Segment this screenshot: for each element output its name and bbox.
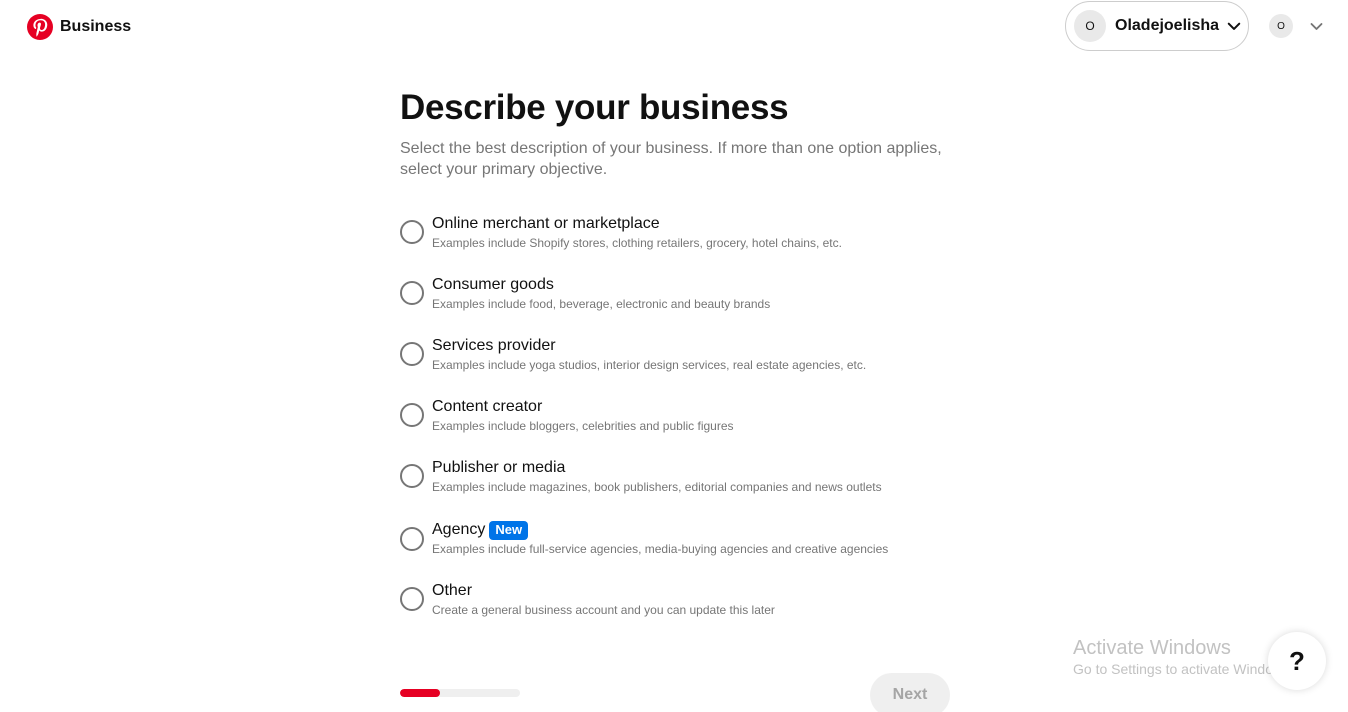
option-online-merchant[interactable]: Online merchant or marketplace Examples … bbox=[400, 214, 960, 275]
radio-button[interactable] bbox=[400, 403, 424, 427]
option-label-row: Agency New bbox=[432, 520, 888, 540]
option-label: Consumer goods bbox=[432, 276, 554, 293]
option-consumer-goods[interactable]: Consumer goods Examples include food, be… bbox=[400, 275, 960, 336]
account-avatar: O bbox=[1074, 10, 1106, 42]
windows-activation-watermark: Activate Windows Go to Settings to activ… bbox=[1073, 636, 1294, 678]
chevron-down-icon bbox=[1227, 22, 1241, 30]
radio-button[interactable] bbox=[400, 527, 424, 551]
option-publisher-media[interactable]: Publisher or media Examples include maga… bbox=[400, 458, 960, 519]
radio-button[interactable] bbox=[400, 220, 424, 244]
radio-button[interactable] bbox=[400, 342, 424, 366]
page-subtitle: Select the best description of your busi… bbox=[400, 140, 942, 178]
account-name: Oladejoelisha bbox=[1115, 17, 1220, 34]
account-switcher-button[interactable]: O Oladejoelisha bbox=[1065, 1, 1249, 51]
profile-avatar-button[interactable]: O bbox=[1269, 14, 1293, 38]
new-badge: New bbox=[489, 520, 529, 540]
progress-fill bbox=[400, 689, 440, 697]
option-other[interactable]: Other Create a general business account … bbox=[400, 581, 960, 642]
option-agency[interactable]: Agency New Examples include full-service… bbox=[400, 519, 960, 581]
page-title: Describe your business bbox=[400, 88, 789, 127]
option-description: Examples include full-service agencies, … bbox=[432, 542, 889, 556]
top-header: Business O Oladejoelisha O bbox=[0, 0, 1348, 56]
option-services-provider[interactable]: Services provider Examples include yoga … bbox=[400, 336, 960, 397]
next-button[interactable]: Next bbox=[870, 673, 950, 712]
radio-button[interactable] bbox=[400, 464, 424, 488]
option-description: Examples include yoga studios, interior … bbox=[432, 358, 867, 372]
option-description: Examples include bloggers, celebrities a… bbox=[432, 419, 734, 433]
option-label: Services provider bbox=[432, 337, 556, 354]
watermark-subtitle: Go to Settings to activate Windows. bbox=[1073, 661, 1294, 677]
option-label: Content creator bbox=[432, 398, 543, 415]
option-description: Examples include Shopify stores, clothin… bbox=[432, 236, 842, 250]
option-description: Examples include magazines, book publish… bbox=[432, 480, 882, 494]
option-label: Publisher or media bbox=[432, 459, 566, 476]
option-label: Other bbox=[432, 582, 473, 599]
option-label: Agency bbox=[432, 521, 486, 538]
page-header: Describe your business Select the best d… bbox=[400, 88, 960, 180]
onboarding-progress-bar bbox=[400, 689, 520, 697]
business-type-radio-group: Online merchant or marketplace Examples … bbox=[400, 214, 960, 642]
pinterest-logo-icon bbox=[27, 14, 53, 40]
option-description: Examples include food, beverage, electro… bbox=[432, 297, 771, 311]
option-label: Online merchant or marketplace bbox=[432, 215, 660, 232]
option-content-creator[interactable]: Content creator Examples include blogger… bbox=[400, 397, 960, 458]
radio-button[interactable] bbox=[400, 281, 424, 305]
watermark-title: Activate Windows bbox=[1073, 637, 1231, 659]
option-description: Create a general business account and yo… bbox=[432, 603, 775, 617]
help-button[interactable]: ? bbox=[1268, 632, 1326, 690]
brand-home-link[interactable]: Business bbox=[27, 14, 131, 40]
more-options-chevron-icon[interactable] bbox=[1309, 19, 1324, 34]
radio-button[interactable] bbox=[400, 587, 424, 611]
brand-name: Business bbox=[60, 18, 132, 35]
